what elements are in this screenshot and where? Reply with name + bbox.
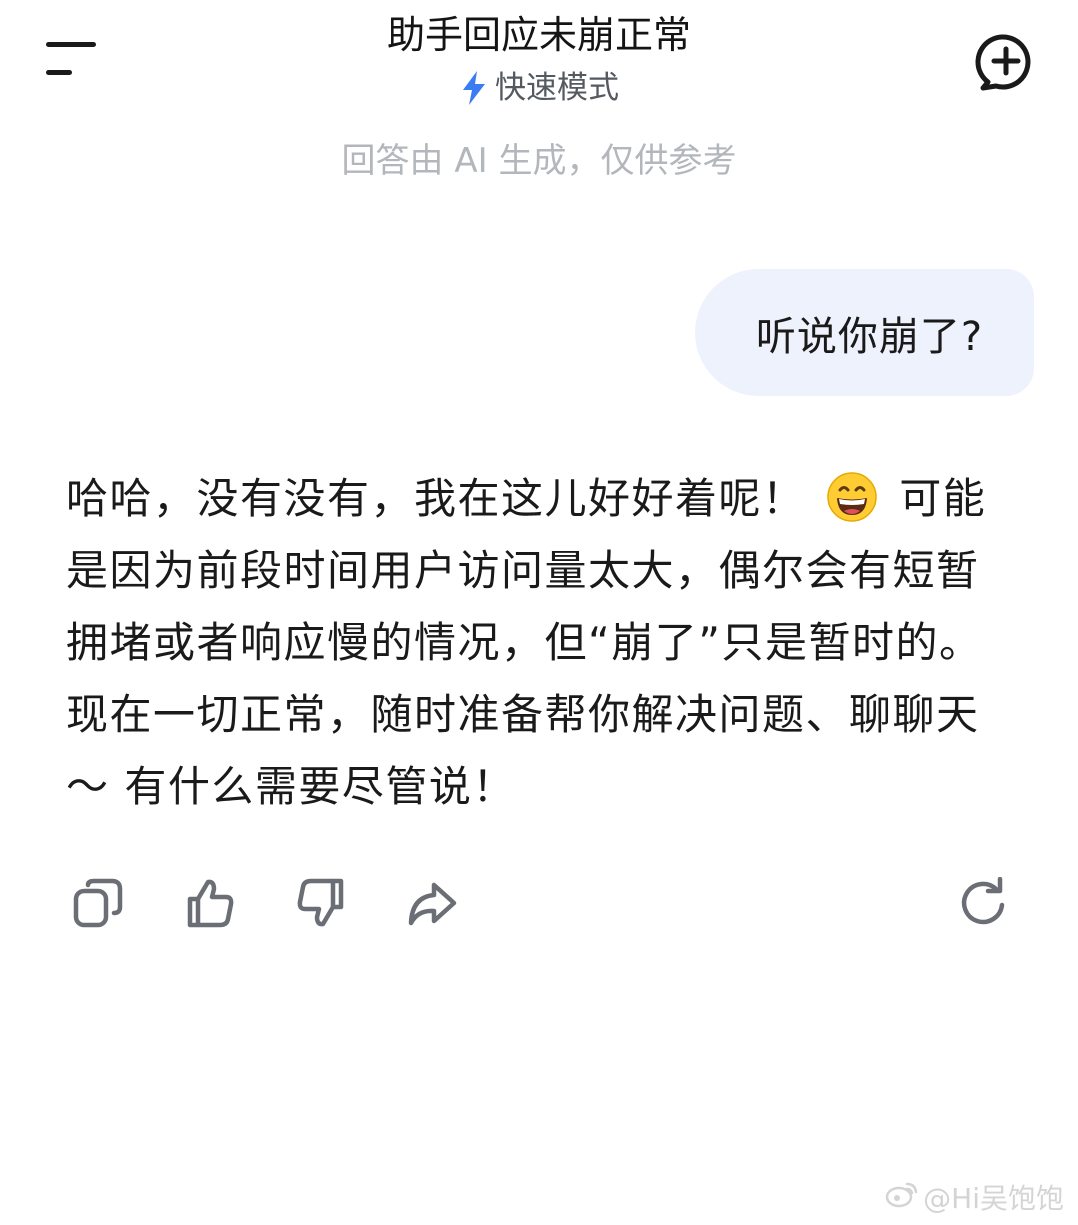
page-title: 助手回应未崩正常 — [386, 13, 691, 57]
regenerate-icon — [958, 876, 1010, 933]
copy-button[interactable] — [68, 870, 128, 940]
copy-icon — [72, 877, 124, 933]
mode-label: 快速模式 — [495, 70, 619, 106]
assistant-message-part1: 哈哈，没有没有，我在这儿好好着呢！ — [66, 474, 806, 523]
title-block: 助手回应未崩正常 快速模式 — [239, 10, 839, 110]
weibo-logo-icon — [885, 1180, 919, 1217]
watermark-text: @Hi吴饱饱 — [923, 1181, 1064, 1215]
new-chat-icon — [974, 34, 1038, 98]
message-actions — [0, 870, 1078, 940]
assistant-message[interactable]: 哈哈，没有没有，我在这儿好好着呢！ 可能是因为前段时间用户访问量太大，偶尔会有短… — [66, 463, 1016, 823]
user-message-text: 听说你崩了? — [755, 313, 984, 360]
dislike-button[interactable] — [291, 870, 351, 940]
grinning-face-emoji — [826, 471, 878, 523]
mode-selector[interactable]: 快速模式 — [459, 68, 619, 108]
menu-button[interactable] — [40, 36, 104, 86]
watermark: @Hi吴饱饱 — [885, 1180, 1064, 1217]
ai-disclaimer: 回答由 AI 生成，仅供参考 — [341, 141, 737, 181]
share-icon — [406, 877, 458, 933]
top-bar: 助手回应未崩正常 快速模式 — [0, 0, 1078, 120]
lightning-icon — [459, 70, 489, 106]
assistant-message-part2: 可能是因为前段时间用户访问量太大，偶尔会有短暂拥堵或者响应慢的情况，但“崩了”只… — [66, 474, 987, 811]
thumbs-down-icon — [295, 877, 347, 933]
like-button[interactable] — [180, 870, 240, 940]
share-button[interactable] — [402, 870, 462, 940]
regenerate-button[interactable] — [954, 870, 1014, 940]
user-message-bubble[interactable]: 听说你崩了? — [695, 269, 1034, 396]
thumbs-up-icon — [184, 877, 236, 933]
new-chat-button[interactable] — [974, 30, 1038, 94]
